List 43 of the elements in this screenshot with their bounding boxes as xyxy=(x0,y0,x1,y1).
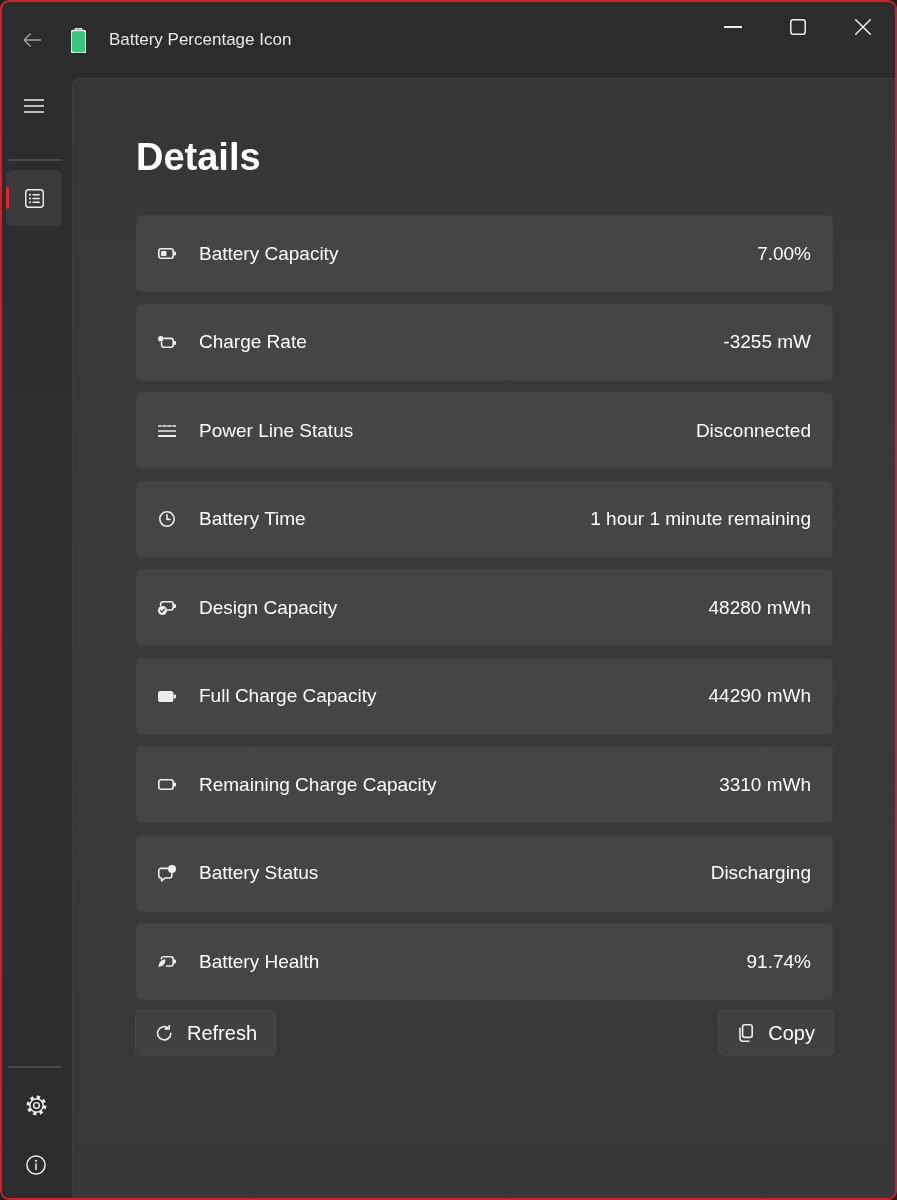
detail-value: 7.00% xyxy=(757,242,811,265)
battery-empty-icon xyxy=(158,779,176,790)
dashed-lines-icon xyxy=(158,424,176,437)
clock-icon xyxy=(159,511,175,527)
refresh-button[interactable]: Refresh xyxy=(135,1010,277,1056)
detail-label: Remaining Charge Capacity xyxy=(199,773,438,796)
detail-value: -3255 mW xyxy=(723,331,811,353)
battery-full-icon xyxy=(158,690,176,702)
info-icon xyxy=(26,1155,46,1175)
battery-dot-icon xyxy=(158,336,176,348)
detail-label: Battery Health xyxy=(199,950,321,973)
settings-icon xyxy=(25,1094,47,1116)
window-title: Battery Percentage Icon xyxy=(109,30,292,50)
detail-label: Charge Rate xyxy=(199,331,308,353)
list-icon xyxy=(24,188,44,208)
battery-icon xyxy=(71,27,86,53)
battery-check-icon xyxy=(158,600,176,615)
refresh-icon xyxy=(156,1025,172,1041)
detail-value: Discharging xyxy=(710,862,811,884)
detail-label: Battery Capacity xyxy=(199,242,340,265)
maximize-icon xyxy=(789,19,806,35)
nav-item[interactable] xyxy=(6,170,62,226)
copy-button[interactable]: Copy xyxy=(718,1010,834,1056)
detail-label: Full Charge Capacity xyxy=(199,685,378,707)
battery-half-icon xyxy=(158,248,176,259)
detail-value: 1 hour 1 minute remaining xyxy=(590,508,811,530)
detail-value: 48280 mWh xyxy=(708,596,811,619)
page-heading: Details xyxy=(136,135,262,180)
close-icon xyxy=(854,19,871,35)
detail-value: Disconnected xyxy=(695,419,811,442)
detail-label: Battery Status xyxy=(199,862,320,884)
back-icon xyxy=(23,33,41,47)
detail-value: 44290 mWh xyxy=(708,685,811,707)
detail-label: Design Capacity xyxy=(199,596,339,619)
menu-icon xyxy=(24,99,44,113)
detail-value: 91.74% xyxy=(746,950,811,973)
detail-label: Battery Time xyxy=(199,508,307,530)
minimize-icon xyxy=(723,26,742,28)
detail-label: Power Line Status xyxy=(199,419,355,442)
detail-value: 3310 mWh xyxy=(719,773,811,796)
battery-leaf-icon xyxy=(158,955,176,968)
copy-icon xyxy=(739,1024,754,1042)
chat-bubble-icon xyxy=(158,864,176,882)
